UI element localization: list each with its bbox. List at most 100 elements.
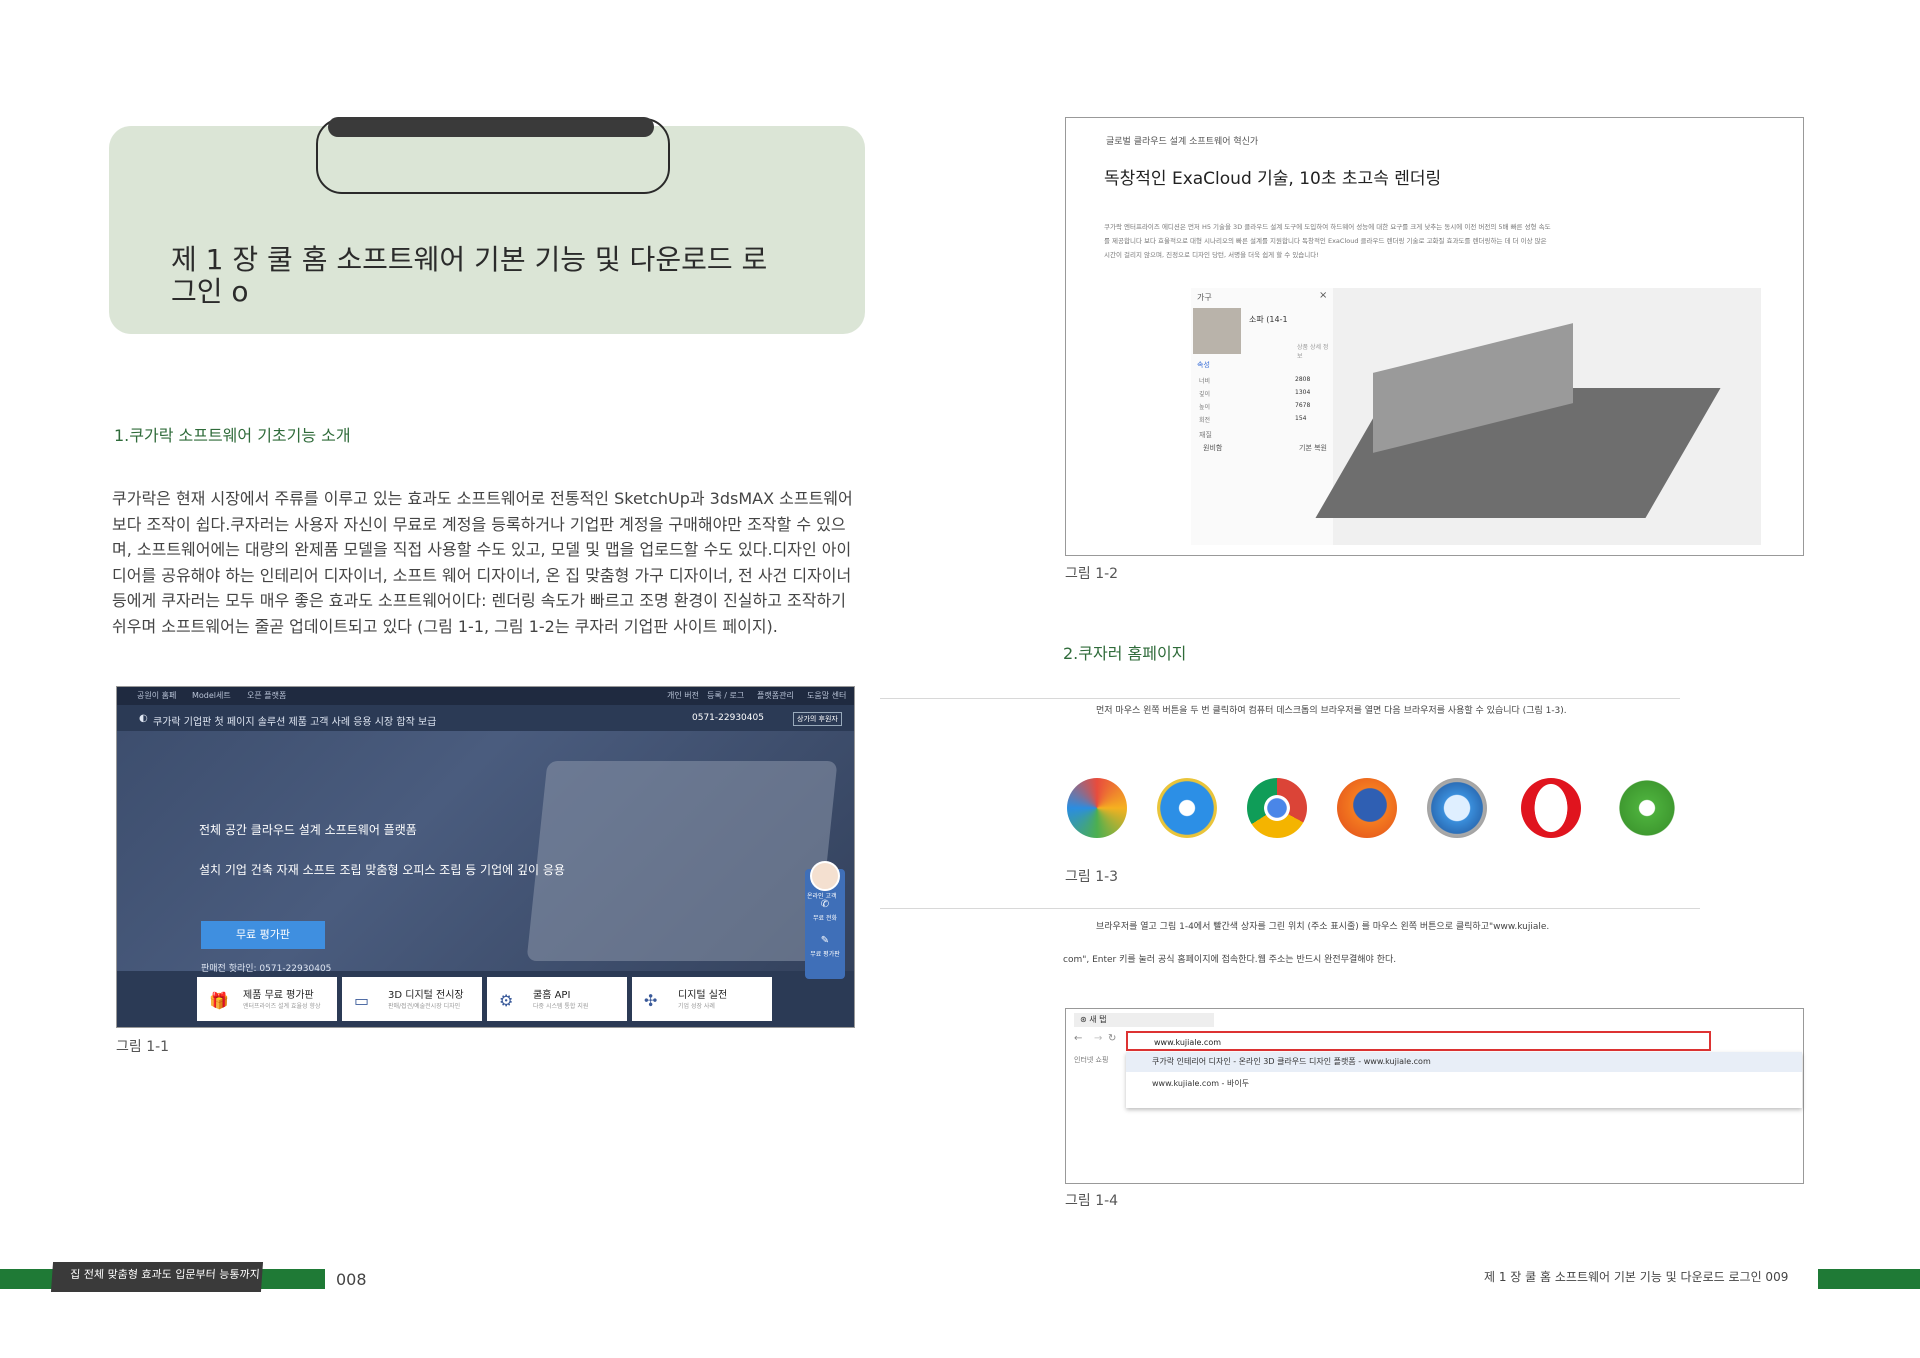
address-suggestions: 쿠가락 인테리어 디자인 - 온라인 3D 클라우드 디자인 플랫폼 - www…	[1126, 1052, 1802, 1108]
panel-header: 가구	[1197, 293, 1212, 302]
sofa-thumbnail	[1193, 308, 1241, 354]
browser-tab[interactable]: ⊛ 새 탭	[1074, 1013, 1214, 1027]
product-name: 소파 (14-1	[1249, 315, 1288, 324]
attr-label: 너비	[1199, 378, 1211, 385]
figure-1-1-caption: 그림 1-1	[116, 1039, 170, 1055]
topbar-link[interactable]: 플랫폼관리	[757, 690, 794, 701]
ie-browser-icon	[1157, 778, 1217, 838]
feature-cards: 🎁 제품 무료 평가판 엔터프라이즈 설계 효율성 향상 ▭ 3D 디지털 전시…	[197, 977, 777, 1027]
feature-card-title: 디지털 실전	[678, 990, 728, 1001]
feature-card-title: 제품 무료 평가판	[243, 990, 314, 1001]
topbar-link[interactable]: 공원이 홈페	[137, 690, 176, 701]
topbar-link[interactable]: 등록 / 로그	[707, 690, 744, 701]
gift-icon: 🎁	[209, 991, 229, 1010]
site-topbar: 공원이 홈페 Model세트 오픈 플랫폼 개인 버전 등록 / 로그 플랫폼관…	[117, 687, 854, 705]
site-nav-links[interactable]: 쿠가락 기업판 첫 페이지 솔루션 제품 고객 사례 응용 시장 합작 보급	[153, 713, 436, 728]
feature-card[interactable]: 🎁 제품 무료 평가판 엔터프라이즈 설계 효율성 향상	[197, 977, 337, 1021]
attr-value[interactable]: 1304	[1295, 389, 1310, 396]
section-2-para-2: 브라우저를 열고 그림 1-4에서 빨간색 상자를 그린 위치 (주소 표시줄)…	[1096, 922, 1550, 932]
site-nav-partner-button[interactable]: 상가의 후원자	[793, 712, 842, 726]
attr-label: 높이	[1199, 404, 1211, 411]
divider	[880, 698, 1680, 699]
feature-card-sub: 판매/접견/예술전시장 디자인	[388, 1003, 461, 1010]
support-avatar[interactable]	[810, 861, 840, 891]
fig12-paragraph: 쿠가락 엔터프라이즈 에디션은 먼저 H5 기술을 3D 클라우드 설계 도구에…	[1104, 223, 1551, 259]
material-value[interactable]: 원비함	[1203, 443, 1222, 453]
hero-hotline: 판매전 핫라인: 0571-22930405	[201, 964, 332, 974]
free-trial-button[interactable]: 무료 평가판	[201, 921, 325, 949]
attr-value[interactable]: 7678	[1295, 402, 1310, 409]
feature-card[interactable]: ✣ 디지털 실전 기업 성장 사례	[632, 977, 772, 1021]
hero-subheading: 설치 기업 건축 자재 소프트 조립 맞춤형 오피스 조립 등 기업에 깊이 응…	[199, 863, 565, 877]
footer-running-head-right: 제 1 장 쿨 홈 소프트웨어 기본 기능 및 다운로드 로그인 009	[1484, 1270, 1789, 1284]
property-panel: 가구 × 소파 (14-1 상품 상세 정보 속성 너비 2808 깊이 130…	[1191, 288, 1334, 545]
figure-1-2: 글로벌 클라우드 설계 소프트웨어 혁신가 독창적인 ExaCloud 기술, …	[1065, 117, 1804, 556]
section-2-para-1: 먼저 마우스 왼쪽 버튼을 두 번 클릭하여 컴퓨터 데스크톱의 브라우저를 열…	[1096, 706, 1567, 716]
attr-value[interactable]: 2808	[1295, 376, 1310, 383]
phone-icon[interactable]: ✆	[805, 899, 845, 910]
suggestion-item[interactable]: www.kujiale.com - 바이두	[1126, 1074, 1249, 1094]
figure-1-3-caption: 그림 1-3	[1065, 869, 1119, 885]
firefox-browser-icon	[1337, 778, 1397, 838]
chapter-title: 제 1 장 쿨 홈 소프트웨어 기본 기능 및 다운로드 로그인 o	[171, 243, 768, 308]
feature-card[interactable]: ▭ 3D 디지털 전시장 판매/접견/예술전시장 디자인	[342, 977, 482, 1021]
site-hero: 전체 공간 클라우드 설계 소프트웨어 플랫폼 설치 기업 건축 자재 소프트 …	[117, 731, 854, 979]
side-label[interactable]: 무료 평가판	[805, 949, 845, 958]
topbar-link[interactable]: Model세트	[192, 690, 231, 701]
section-2-para-3: com", Enter 키를 눌러 공식 홈페이지에 접속한다.웹 주소는 반드…	[1063, 955, 1397, 965]
attr-value[interactable]: 154	[1295, 415, 1306, 422]
browser-tab-label: 새 탭	[1089, 1015, 1107, 1024]
address-bar[interactable]: www.kujiale.com	[1126, 1031, 1711, 1051]
bookmark-item[interactable]: 인터넷 쇼핑	[1074, 1055, 1108, 1065]
section-1-body: 쿠가락은 현재 시장에서 주류를 이루고 있는 효과도 소프트웨어로 전통적인 …	[112, 489, 853, 636]
browser-icons	[1065, 778, 1715, 844]
api-icon: ⚙	[499, 991, 514, 1010]
3d-scene[interactable]	[1315, 288, 1761, 545]
side-label[interactable]: 온라인 고객	[807, 891, 837, 900]
digital-icon: ✣	[644, 991, 658, 1010]
divider	[880, 908, 1700, 909]
attr-label: 깊이	[1199, 391, 1211, 398]
close-icon[interactable]: ×	[1319, 290, 1327, 301]
section-2-title: 2.쿠자러 홈페이지	[1063, 644, 1187, 663]
attr-header: 속성	[1197, 361, 1210, 369]
site-nav: ◐ 쿠가락 기업판 첫 페이지 솔루션 제품 고객 사례 응용 시장 합작 보급…	[117, 705, 854, 731]
figure-1-1: 공원이 홈페 Model세트 오픈 플랫폼 개인 버전 등록 / 로그 플랫폼관…	[116, 686, 855, 1028]
topbar-link[interactable]: 도움말 센터	[807, 690, 846, 701]
figure-1-2-caption: 그림 1-2	[1065, 566, 1119, 582]
feature-card-sub: 기업 성장 사례	[678, 1003, 715, 1010]
site-nav-phone: 0571-22930405	[692, 713, 764, 723]
topbar-link[interactable]: 개인 버전	[667, 690, 699, 701]
chrome-small-icon: ⊛	[1080, 1015, 1090, 1024]
section-1-title: 1.쿠가락 소프트웨어 기초기능 소개	[114, 426, 351, 445]
side-label[interactable]: 무료 전화	[805, 913, 845, 922]
back-arrow-icon[interactable]: ←	[1074, 1033, 1082, 1044]
product-detail-link[interactable]: 상품 상세 정보	[1297, 342, 1333, 360]
feature-card[interactable]: ⚙ 쿨홈 API 다중 시스템 통합 지원	[487, 977, 627, 1021]
fig12-kicker: 글로벌 클라우드 설계 소프트웨어 혁신가	[1106, 137, 1259, 147]
laptop-image	[526, 761, 838, 961]
feature-card-sub: 다중 시스템 통합 지원	[533, 1003, 589, 1010]
suggestion-item[interactable]: 쿠가락 인테리어 디자인 - 온라인 3D 클라우드 디자인 플랫폼 - www…	[1126, 1052, 1802, 1072]
360-browser-icon	[1067, 778, 1127, 838]
feature-card-sub: 엔터프라이즈 설계 효율성 향상	[243, 1003, 321, 1010]
topbar-link[interactable]: 오픈 플랫폼	[247, 690, 286, 701]
feature-card-title: 쿨홈 API	[533, 990, 571, 1001]
figure-1-4-caption: 그림 1-4	[1065, 1193, 1119, 1209]
reload-icon[interactable]: ↻	[1108, 1033, 1116, 1044]
material-label: 재질	[1199, 431, 1212, 439]
editor-screenshot: 가구 × 소파 (14-1 상품 상세 정보 속성 너비 2808 깊이 130…	[1191, 288, 1761, 545]
chrome-browser-icon	[1247, 778, 1307, 838]
safari-browser-icon	[1427, 778, 1487, 838]
feature-card-title: 3D 디지털 전시장	[388, 990, 464, 1001]
ie-green-browser-icon	[1617, 778, 1677, 838]
monitor-icon: ▭	[354, 991, 370, 1010]
chapter-header-tab-bar	[328, 117, 654, 137]
forward-arrow-icon[interactable]: →	[1094, 1033, 1102, 1044]
site-nav-logo-icon: ◐	[139, 713, 148, 724]
fig12-title: 독창적인 ExaCloud 기술, 10초 초고속 렌더링	[1104, 169, 1442, 189]
edit-icon[interactable]: ✎	[805, 935, 845, 946]
attr-label: 회전	[1199, 417, 1211, 424]
figure-1-4: ⊛ 새 탭 ← → ↻ www.kujiale.com 인터넷 쇼핑 쿠가락 인…	[1065, 1008, 1804, 1184]
reset-button[interactable]: 기본 복원	[1299, 443, 1327, 453]
